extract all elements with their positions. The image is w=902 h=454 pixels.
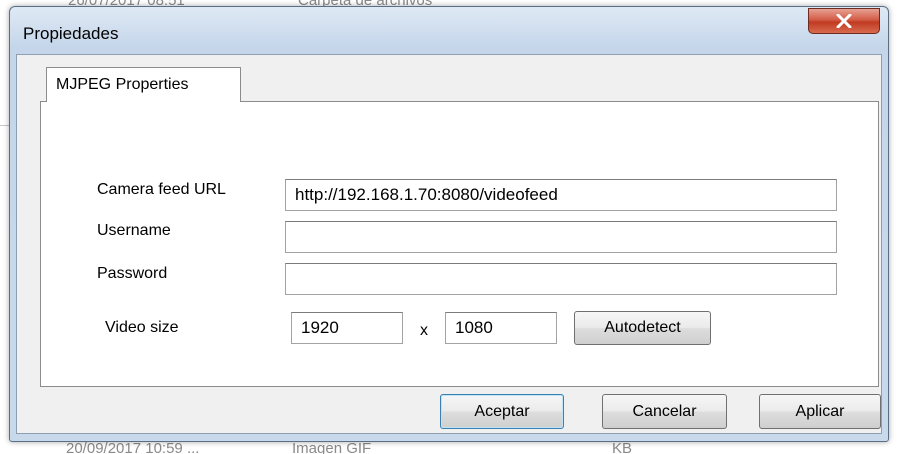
title-bar[interactable]: Propiedades: [10, 7, 888, 53]
background-date: 20/09/2017 10:59 ...: [66, 440, 200, 454]
close-button[interactable]: [808, 8, 880, 34]
ok-button[interactable]: Aceptar: [440, 394, 564, 429]
username-label: Username: [97, 222, 171, 239]
video-width-input[interactable]: [291, 312, 403, 344]
cancel-button[interactable]: Cancelar: [602, 394, 727, 429]
camera-url-input[interactable]: [285, 179, 837, 211]
tab-label: MJPEG Properties: [56, 76, 189, 93]
mjpeg-properties-panel: Camera feed URL Username Password Video …: [40, 101, 879, 387]
password-input[interactable]: [285, 263, 837, 295]
close-x-icon: [836, 14, 852, 28]
camera-url-label: Camera feed URL: [97, 181, 226, 198]
tab-mjpeg-properties[interactable]: MJPEG Properties: [46, 67, 241, 102]
dialog-client-area: MJPEG Properties Camera feed URL Usernam…: [16, 54, 882, 434]
username-input[interactable]: [285, 221, 837, 253]
size-separator: x: [420, 322, 428, 339]
apply-button[interactable]: Aplicar: [759, 394, 881, 429]
password-label: Password: [97, 265, 168, 282]
background-size: KB: [612, 440, 633, 454]
background-type: Imagen GIF: [292, 440, 372, 454]
autodetect-button[interactable]: Autodetect: [574, 311, 711, 345]
video-size-label: Video size: [105, 319, 179, 336]
video-height-input[interactable]: [445, 312, 557, 344]
properties-dialog: Propiedades MJPEG Properties Camera feed…: [9, 6, 889, 442]
window-title: Propiedades: [23, 24, 119, 43]
